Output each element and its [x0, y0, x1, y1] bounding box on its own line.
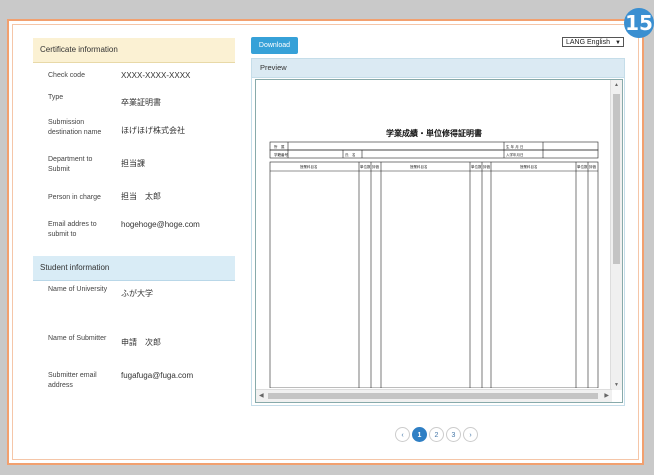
- preview-panel: Preview 学業成績・単位修得証明書 所 属 生 年 月 日 学籍番号 氏 …: [251, 58, 625, 406]
- scroll-up-icon[interactable]: ▲: [611, 82, 622, 88]
- doc-field-affiliation: 所 属: [274, 144, 285, 149]
- document-table: 所 属 生 年 月 日 学籍番号 氏 名 入学年月日 授業科目名 単位数 評価 …: [269, 141, 599, 388]
- doc-col-credit-2: 単位数: [471, 164, 482, 169]
- submitter-email-label: Submitter email address: [48, 372, 97, 389]
- submission-destination-value: ほげほげ株式会社: [121, 126, 185, 135]
- email-to-value: hogehoge@hoge.com: [121, 220, 200, 229]
- type-label: Type: [48, 94, 64, 101]
- step-number-badge: 15: [624, 8, 654, 38]
- check-code-value: XXXX-XXXX-XXXX: [121, 71, 191, 80]
- submission-destination-label: Submission destination name: [48, 119, 102, 136]
- doc-field-student-id: 学籍番号: [274, 152, 288, 157]
- student-info-list: Name of University ふが大学 Name of Submitte…: [33, 281, 235, 421]
- page-2-button[interactable]: 2: [429, 427, 444, 442]
- submitter-name-label: Name of Submitter: [48, 335, 107, 342]
- prev-page-button[interactable]: ‹: [395, 427, 410, 442]
- doc-col-grade-2: 評価: [483, 164, 491, 169]
- department-value: 担当課: [121, 159, 145, 168]
- scroll-down-icon[interactable]: ▼: [611, 382, 622, 388]
- download-button[interactable]: Download: [251, 37, 298, 54]
- doc-field-name: 氏 名: [345, 152, 356, 157]
- check-code-label: Check code: [48, 72, 85, 79]
- certificate-info-header: Certificate information: [33, 38, 235, 63]
- document-viewer[interactable]: 学業成績・単位修得証明書 所 属 生 年 月 日 学籍番号 氏 名 入学年月日 …: [255, 79, 623, 403]
- certificate-document: 学業成績・単位修得証明書 所 属 生 年 月 日 学籍番号 氏 名 入学年月日 …: [258, 82, 610, 388]
- language-select[interactable]: LANG English ▼: [562, 37, 624, 47]
- scroll-right-icon[interactable]: ▶: [604, 390, 609, 402]
- university-label: Name of University: [48, 286, 108, 293]
- type-value: 卒業証明書: [121, 98, 161, 107]
- next-page-button[interactable]: ›: [463, 427, 478, 442]
- preview-header: Preview: [252, 59, 624, 78]
- department-label: Department to Submit: [48, 156, 93, 173]
- doc-col-grade-3: 評価: [589, 164, 597, 169]
- submitter-name-value: 申請 次郎: [121, 338, 161, 347]
- horizontal-scroll-thumb[interactable]: [268, 393, 598, 399]
- doc-field-birthdate: 生 年 月 日: [506, 144, 523, 149]
- horizontal-scrollbar[interactable]: ◀ ▶: [256, 389, 612, 402]
- chevron-down-icon: ▼: [615, 40, 621, 46]
- doc-col-credit-1: 単位数: [360, 164, 371, 169]
- submitter-email-value: fugafuga@fuga.com: [121, 371, 194, 380]
- university-value: ふが大学: [121, 289, 153, 298]
- doc-col-header-3: 授業科目名: [520, 164, 538, 169]
- doc-col-grade-1: 評価: [372, 164, 380, 169]
- doc-col-header-2: 授業科目名: [410, 164, 428, 169]
- page-3-button[interactable]: 3: [446, 427, 461, 442]
- page-1-button[interactable]: 1: [412, 427, 427, 442]
- language-select-label: LANG English: [566, 39, 610, 46]
- person-in-charge-value: 担当 太郎: [121, 192, 161, 201]
- pagination: ‹ 1 2 3 ›: [395, 427, 478, 443]
- person-in-charge-label: Person in charge: [48, 194, 101, 201]
- doc-field-admission-date: 入学年月日: [506, 152, 524, 157]
- doc-col-header-1: 授業科目名: [300, 164, 318, 169]
- doc-col-credit-3: 単位数: [577, 164, 588, 169]
- scroll-left-icon[interactable]: ◀: [259, 390, 264, 402]
- certificate-info-list: Check code XXXX-XXXX-XXXX Type 卒業証明書 Sub…: [33, 63, 235, 256]
- info-panel: Certificate information Check code XXXX-…: [33, 38, 235, 421]
- email-to-label: Email addres to submit to: [48, 221, 97, 238]
- vertical-scroll-thumb[interactable]: [613, 94, 620, 264]
- vertical-scrollbar[interactable]: ▲ ▼: [610, 80, 622, 390]
- student-info-header: Student information: [33, 256, 235, 281]
